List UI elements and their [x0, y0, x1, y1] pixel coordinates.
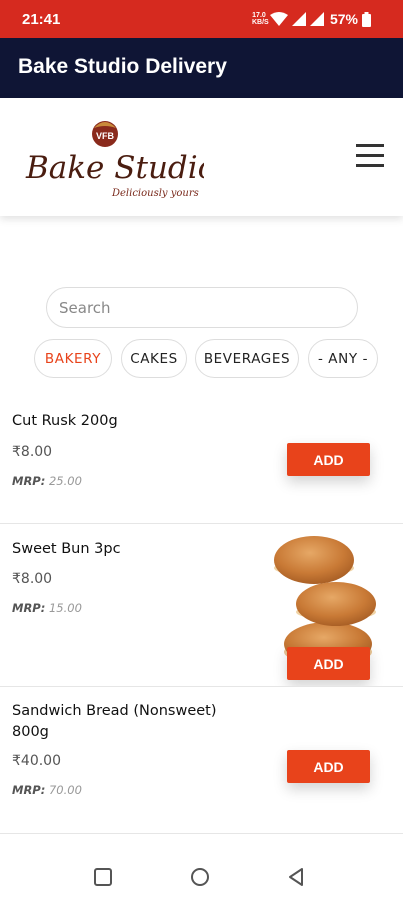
- product-price: ₹8.00: [12, 444, 53, 460]
- category-chip-beverages[interactable]: BEVERAGES: [195, 339, 299, 378]
- mrp-label: MRP:: [12, 783, 46, 797]
- logo-text: Bake Studio: [25, 150, 204, 186]
- product-mrp: MRP: 25.00: [12, 474, 82, 488]
- mrp-value: 70.00: [48, 783, 82, 797]
- product-item: Sweet Bun 3pc ₹8.00 MRP: 15.00 ADD: [0, 524, 403, 686]
- status-time: 21:41: [22, 11, 61, 28]
- status-bar: 21:41 17.0 KB/S 57%: [0, 0, 403, 38]
- signal-icon-2: [309, 12, 324, 26]
- mrp-value: 15.00: [48, 601, 82, 615]
- triangle-back-icon[interactable]: [285, 866, 307, 888]
- product-mrp: MRP: 70.00: [12, 783, 82, 797]
- product-name: Sandwich Bread (Nonsweet) 800g: [12, 703, 217, 740]
- site-header: VFB Bake Studio Deliciously yours: [0, 98, 403, 216]
- product-image-buns: [274, 536, 376, 664]
- product-price: ₹40.00: [12, 753, 61, 769]
- product-item: Sandwich Bread (Nonsweet) 800g ₹40.00 MR…: [0, 687, 403, 833]
- logo-tagline: Deliciously yours: [111, 188, 199, 199]
- divider: [0, 833, 403, 834]
- square-icon[interactable]: [92, 866, 114, 888]
- network-speed-unit: KB/S: [251, 19, 269, 26]
- app-title: Bake Studio Delivery: [18, 55, 227, 78]
- add-button[interactable]: ADD: [287, 443, 370, 476]
- category-chip-cakes[interactable]: CAKES: [121, 339, 187, 378]
- add-button[interactable]: ADD: [287, 647, 370, 680]
- logo-badge: VFB: [96, 131, 115, 141]
- network-speed: 17.0 KB/S: [251, 12, 269, 26]
- circle-icon[interactable]: [189, 866, 211, 888]
- mrp-label: MRP:: [12, 474, 46, 488]
- network-speed-value: 17.0: [252, 12, 266, 19]
- system-nav-bar: [0, 852, 403, 900]
- product-mrp: MRP: 15.00: [12, 601, 82, 615]
- category-chip-any[interactable]: - ANY -: [308, 339, 378, 378]
- mrp-label: MRP:: [12, 601, 46, 615]
- battery-icon: [362, 11, 371, 27]
- logo-graphic: VFB Bake Studio Deliciously yours: [25, 121, 216, 199]
- product-name: Sweet Bun 3pc: [12, 541, 121, 557]
- search-input[interactable]: [46, 287, 358, 328]
- status-icons: 17.0 KB/S 57%: [252, 10, 371, 28]
- app-bar: Bake Studio Delivery: [0, 38, 403, 98]
- mrp-value: 25.00: [48, 474, 82, 488]
- bake-studio-logo[interactable]: VFB Bake Studio Deliciously yours: [24, 112, 216, 202]
- add-button[interactable]: ADD: [287, 750, 370, 783]
- battery-percent: 57%: [329, 11, 358, 27]
- product-item: Cut Rusk 200g ₹8.00 MRP: 25.00 ADD: [0, 395, 403, 523]
- category-chip-bakery[interactable]: BAKERY: [34, 339, 112, 378]
- hamburger-menu-icon[interactable]: [356, 144, 384, 168]
- wifi-icon: [269, 12, 288, 26]
- product-price: ₹8.00: [12, 571, 53, 587]
- product-name: Cut Rusk 200g: [12, 413, 118, 429]
- signal-icon: [291, 12, 306, 26]
